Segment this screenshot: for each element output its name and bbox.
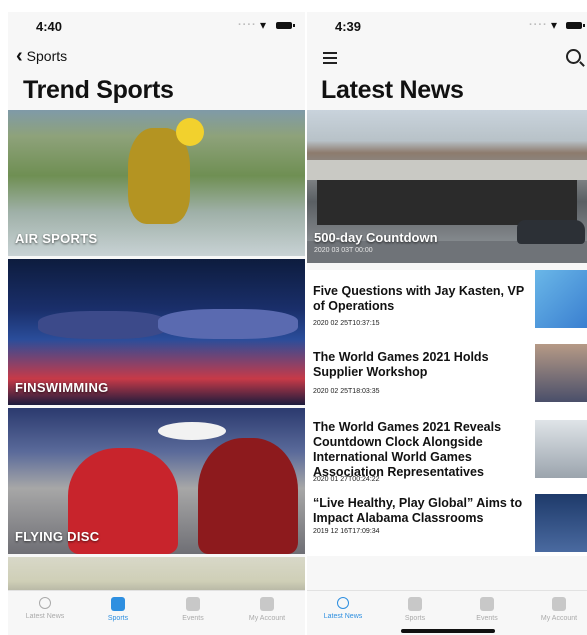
- battery-icon: [276, 22, 295, 29]
- wifi-icon: ▾: [260, 18, 267, 32]
- status-bar: 4:40 ···· ▾: [8, 12, 305, 40]
- news-title: “Live Healthy, Play Global” Aims to Impa…: [313, 496, 523, 525]
- news-date: 2020 01 27T00:24:22: [313, 476, 380, 483]
- featured-news-card[interactable]: 500-day Countdown 2020 03 03T 00:00: [307, 110, 587, 263]
- category-label: AIR SPORTS: [15, 231, 98, 246]
- player-image: [198, 438, 298, 554]
- news-thumbnail: [535, 494, 587, 552]
- clock-icon: [39, 597, 51, 609]
- news-item[interactable]: Five Questions with Jay Kasten, VP of Op…: [307, 270, 587, 336]
- menu-icon[interactable]: [323, 52, 337, 64]
- tab-bar: Latest News Sports Events My Account: [307, 590, 587, 635]
- news-thumbnail: [535, 344, 587, 402]
- account-icon: [552, 597, 566, 611]
- news-date: 2020 02 25T10:37:15: [313, 320, 380, 327]
- disc-image: [158, 422, 226, 440]
- news-date: 2020 02 25T18:03:35: [313, 388, 380, 395]
- account-icon: [260, 597, 274, 611]
- news-thumbnail: [535, 270, 587, 328]
- category-tile-flying-disc[interactable]: FLYING DISC: [8, 408, 305, 554]
- category-label: FINSWIMMING: [15, 380, 109, 395]
- swimmer-image: [158, 309, 298, 339]
- swimmer-image: [38, 311, 168, 339]
- tab-label: Sports: [404, 615, 426, 622]
- category-tile-air-sports[interactable]: AIR SPORTS: [8, 110, 305, 256]
- news-thumbnail: [535, 420, 587, 478]
- clock-icon: [337, 597, 349, 609]
- news-image: [517, 220, 585, 244]
- latest-news-screen: 4:39 ···· ▾ Latest News 500-day Countdow…: [307, 12, 587, 635]
- tab-label: My Account: [540, 615, 578, 622]
- status-time: 4:39: [335, 19, 362, 34]
- tab-latest-news[interactable]: Latest News: [313, 597, 373, 620]
- news-image: [307, 160, 587, 180]
- category-tile-finswimming[interactable]: FINSWIMMING: [8, 259, 305, 405]
- page-title: Latest News: [321, 76, 464, 104]
- helmet-image: [176, 118, 204, 146]
- status-time: 4:40: [36, 19, 63, 34]
- tab-events[interactable]: Events: [457, 597, 517, 622]
- signal-icon: ····: [238, 19, 257, 31]
- sports-icon: [111, 597, 125, 611]
- tab-my-account[interactable]: My Account: [237, 597, 297, 622]
- battery-icon: [566, 22, 585, 29]
- news-list: Five Questions with Jay Kasten, VP of Op…: [307, 270, 587, 556]
- tab-label: Sports: [107, 615, 129, 622]
- status-bar: 4:39 ···· ▾: [307, 12, 587, 40]
- page-title: Trend Sports: [23, 76, 174, 104]
- featured-news-date: 2020 03 03T 00:00: [314, 247, 373, 254]
- tab-events[interactable]: Events: [163, 597, 223, 622]
- chevron-left-icon: ‹: [16, 45, 23, 67]
- wifi-icon: ▾: [551, 18, 558, 32]
- calendar-icon: [186, 597, 200, 611]
- search-icon[interactable]: [566, 49, 581, 64]
- tab-bar: Latest News Sports Events My Account: [8, 590, 305, 635]
- category-label: FLYING DISC: [15, 529, 100, 544]
- news-image: [317, 180, 577, 225]
- news-title: Five Questions with Jay Kasten, VP of Op…: [313, 284, 524, 313]
- news-title: The World Games 2021 Reveals Countdown C…: [313, 420, 502, 479]
- tab-sports[interactable]: Sports: [88, 597, 148, 622]
- tab-label: Latest News: [323, 613, 363, 620]
- news-item[interactable]: “Live Healthy, Play Global” Aims to Impa…: [307, 490, 587, 556]
- tab-label: Latest News: [25, 613, 65, 620]
- news-item[interactable]: The World Games 2021 Reveals Countdown C…: [307, 406, 587, 490]
- tab-sports[interactable]: Sports: [385, 597, 445, 622]
- tab-label: Events: [182, 615, 204, 622]
- back-label: Sports: [26, 48, 68, 64]
- home-indicator: [401, 629, 495, 633]
- news-item[interactable]: The World Games 2021 Holds Supplier Work…: [307, 336, 587, 406]
- trend-sports-screen: 4:40 ···· ▾ ‹ Sports Trend Sports AIR SP…: [8, 12, 305, 635]
- news-date: 2019 12 16T17:09:34: [313, 528, 380, 535]
- news-title: The World Games 2021 Holds Supplier Work…: [313, 350, 489, 379]
- signal-icon: ····: [529, 19, 548, 31]
- back-button[interactable]: ‹ Sports: [16, 45, 68, 67]
- tab-latest-news[interactable]: Latest News: [15, 597, 75, 620]
- featured-news-title: 500-day Countdown: [314, 230, 438, 245]
- sport-category-list: AIR SPORTS FINSWIMMING FLYING DISC: [8, 110, 305, 600]
- tab-my-account[interactable]: My Account: [529, 597, 587, 622]
- sports-icon: [408, 597, 422, 611]
- calendar-icon: [480, 597, 494, 611]
- tab-label: My Account: [248, 615, 286, 622]
- tab-label: Events: [476, 615, 498, 622]
